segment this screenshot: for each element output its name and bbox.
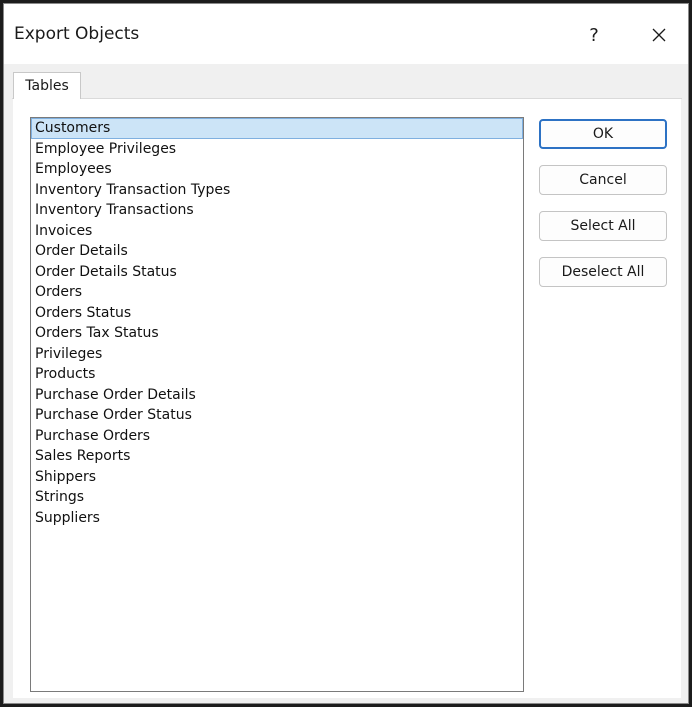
close-button[interactable] xyxy=(642,18,676,52)
help-button[interactable]: ? xyxy=(579,18,609,52)
list-item[interactable]: Inventory Transactions xyxy=(31,200,523,221)
list-item[interactable]: Invoices xyxy=(31,221,523,242)
close-icon xyxy=(652,28,666,42)
select-all-button[interactable]: Select All xyxy=(539,211,667,241)
list-item[interactable]: Orders xyxy=(31,282,523,303)
tab-tables[interactable]: Tables xyxy=(13,72,81,99)
list-item[interactable]: Purchase Order Status xyxy=(31,405,523,426)
dialog-title: Export Objects xyxy=(14,24,140,44)
list-item[interactable]: Products xyxy=(31,364,523,385)
tables-listbox[interactable]: Customers Employee Privileges Employees Inv… xyxy=(30,117,524,692)
list-item[interactable]: Orders Status xyxy=(31,303,523,324)
title-bar: Export Objects ? xyxy=(4,4,688,64)
list-item[interactable]: Employee Privileges xyxy=(31,139,523,160)
cancel-button[interactable]: Cancel xyxy=(539,165,667,195)
list-item[interactable]: Shippers xyxy=(31,467,523,488)
list-item[interactable]: Order Details Status xyxy=(31,262,523,283)
tab-strip-divider xyxy=(12,98,682,99)
list-item[interactable]: Privileges xyxy=(31,344,523,365)
ok-button[interactable]: OK xyxy=(539,119,667,149)
list-item[interactable]: Inventory Transaction Types xyxy=(31,180,523,201)
export-objects-dialog: Export Objects ? Tables Customers Employe… xyxy=(3,3,689,704)
list-item[interactable]: Customers xyxy=(31,118,523,139)
list-item[interactable]: Purchase Orders xyxy=(31,426,523,447)
list-item[interactable]: Employees xyxy=(31,159,523,180)
deselect-all-button[interactable]: Deselect All xyxy=(539,257,667,287)
list-item[interactable]: Order Details xyxy=(31,241,523,262)
list-item[interactable]: Orders Tax Status xyxy=(31,323,523,344)
list-item[interactable]: Purchase Order Details xyxy=(31,385,523,406)
list-item[interactable]: Strings xyxy=(31,487,523,508)
list-item[interactable]: Suppliers xyxy=(31,508,523,529)
list-item[interactable]: Sales Reports xyxy=(31,446,523,467)
